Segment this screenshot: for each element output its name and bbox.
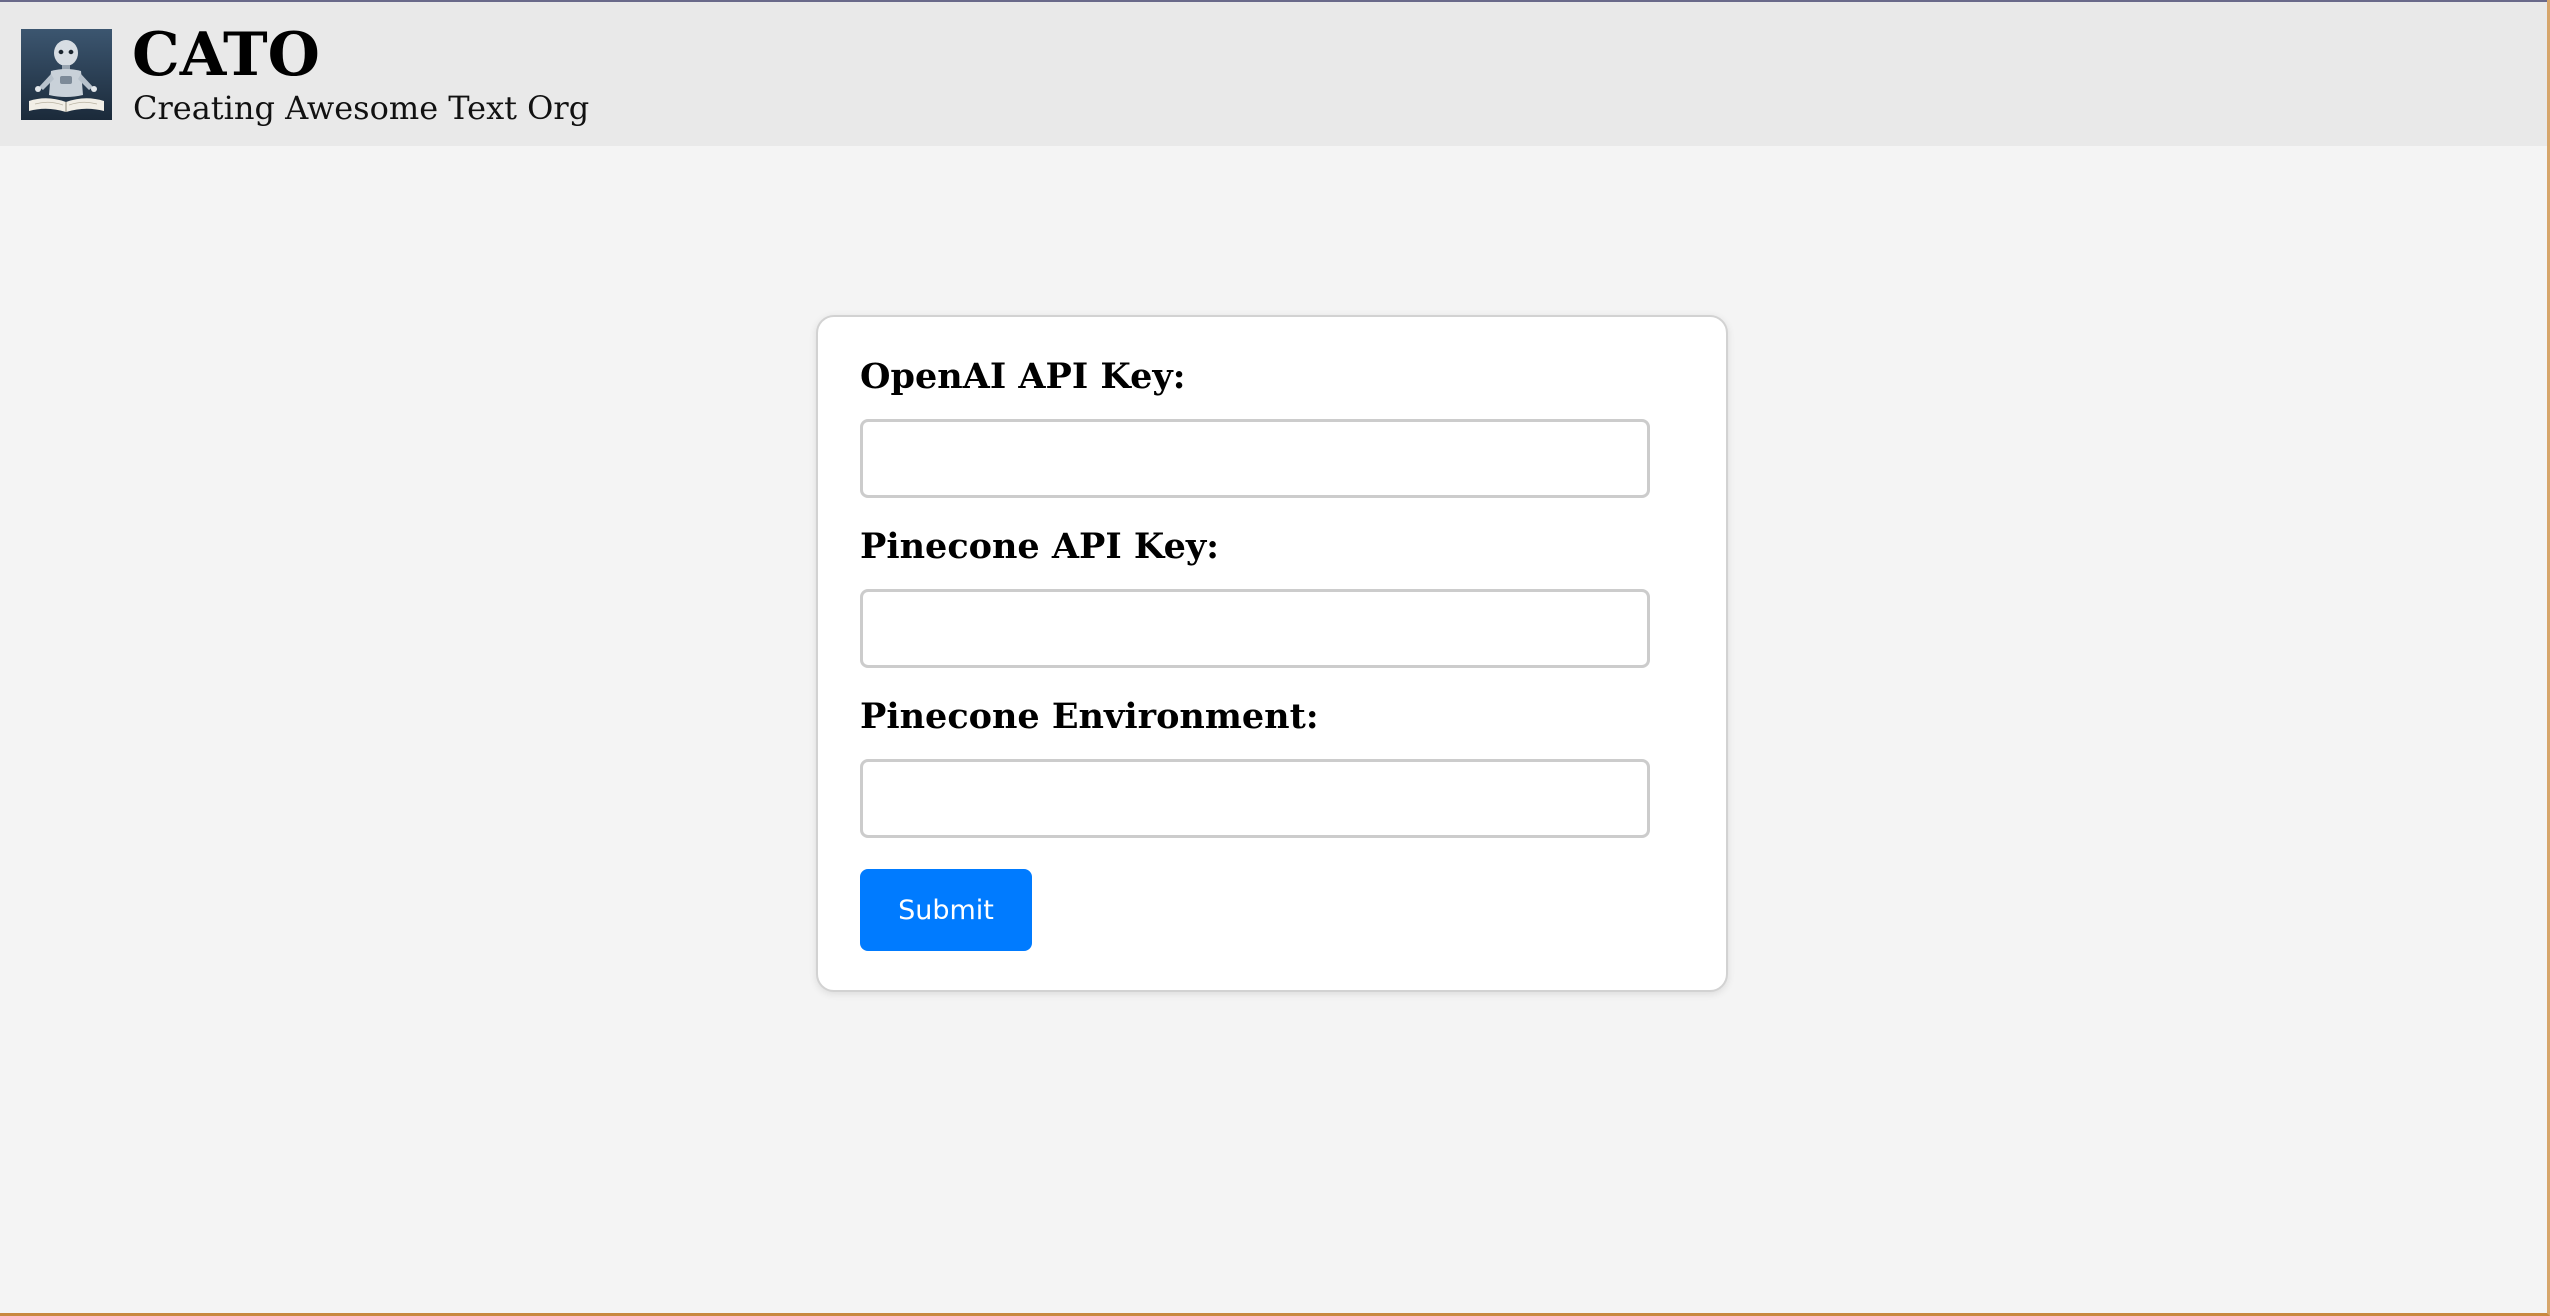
submit-button[interactable]: Submit — [860, 869, 1032, 951]
app-title: CATO — [132, 20, 320, 90]
robot-reading-book-icon — [21, 29, 112, 120]
pinecone-api-key-input[interactable] — [860, 589, 1650, 668]
pinecone-api-key-label: Pinecone API Key: — [860, 526, 1220, 567]
app-header: CATO Creating Awesome Text Org — [0, 0, 2547, 146]
openai-api-key-label: OpenAI API Key: — [860, 356, 1186, 397]
api-keys-form: OpenAI API Key: Pinecone API Key: Pineco… — [816, 315, 1728, 992]
pinecone-environment-label: Pinecone Environment: — [860, 696, 1319, 737]
app-subtitle: Creating Awesome Text Org — [133, 89, 590, 127]
pinecone-environment-input[interactable] — [860, 759, 1650, 838]
openai-api-key-input[interactable] — [860, 419, 1650, 498]
